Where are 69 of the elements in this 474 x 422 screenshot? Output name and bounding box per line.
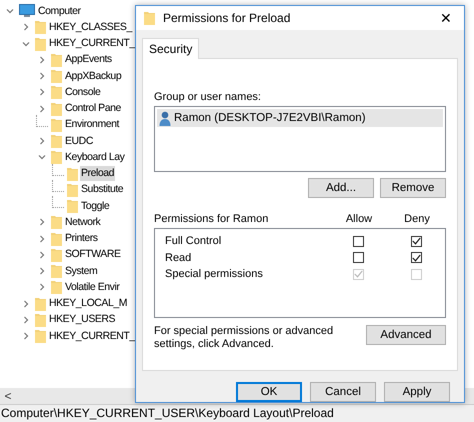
tree-item[interactable]: Toggle [80, 198, 110, 214]
folder-icon [51, 150, 62, 164]
folder-icon [51, 134, 62, 148]
dialog-button[interactable]: Cancel [310, 382, 376, 402]
folder-icon [35, 329, 46, 344]
checkbox[interactable] [352, 252, 364, 264]
computer-icon [19, 4, 35, 18]
folder-icon [51, 215, 62, 230]
tree-item[interactable]: System [64, 264, 98, 279]
advanced-note: For special permissions or advanced settings, click Advanced. [154, 325, 334, 351]
permission-name: Full Control [165, 235, 222, 248]
dialog-button[interactable]: Apply [384, 382, 450, 402]
advanced-button[interactable]: Advanced [366, 325, 446, 345]
window-title: Permissions for Preload [163, 11, 292, 25]
folder-icon [67, 182, 78, 197]
tree-item[interactable]: AppEvents [64, 52, 113, 68]
tree-item[interactable]: Volatile Envir [64, 280, 120, 295]
user-item[interactable]: Ramon (DESKTOP-J7E2VBI\Ramon) [157, 109, 443, 127]
folder-icon [35, 20, 46, 34]
folder-icon [35, 36, 46, 51]
tree-item[interactable]: AppXBackup [64, 68, 122, 84]
folder-icon [51, 69, 62, 84]
checkbox[interactable] [352, 236, 364, 247]
tree-item[interactable]: HKEY_CURRENT_ [48, 36, 136, 52]
tree-item[interactable]: Control Pane [64, 101, 122, 116]
folder-icon [35, 312, 46, 327]
folder-icon [51, 232, 62, 246]
permission-name: Read [165, 252, 192, 264]
permission-name: Special permissions [165, 268, 264, 280]
tree-item[interactable]: Printers [64, 231, 99, 246]
group-label: Group or user names: [154, 91, 262, 103]
tree-item[interactable]: Network [64, 214, 102, 230]
tree-item[interactable]: SOFTWARE [64, 247, 122, 262]
folder-icon [35, 296, 46, 311]
add-button[interactable]: Add... [308, 178, 374, 198]
folder-icon [51, 102, 62, 116]
tree-item[interactable]: HKEY_USERS [48, 312, 116, 328]
tree-item[interactable]: Computer [37, 4, 82, 19]
tree-item[interactable]: Console [64, 84, 102, 100]
tree-item[interactable]: HKEY_LOCAL_M [48, 296, 128, 312]
allow-header: Allow [344, 213, 374, 225]
folder-icon [51, 85, 62, 100]
user-icon [159, 110, 171, 126]
tree-item[interactable]: Keyboard Lay [64, 150, 126, 165]
checkbox[interactable] [410, 252, 422, 264]
tree-item[interactable]: Preload [80, 166, 116, 182]
tree-item[interactable]: HKEY_CURRENT_ [48, 328, 136, 344]
folder-icon [51, 280, 62, 294]
remove-button[interactable]: Remove [380, 178, 446, 198]
tree-item[interactable]: Substitute [80, 182, 124, 198]
dialog-button[interactable]: OK [236, 382, 302, 402]
deny-header: Deny [403, 213, 431, 225]
tab[interactable]: Security [142, 38, 200, 59]
tree-item[interactable]: EUDC [64, 134, 94, 149]
tree-item[interactable]: Environment [64, 117, 120, 132]
scroll-left-button[interactable]: < [0, 389, 16, 403]
status-bar: Computer\HKEY_CURRENT_USER\Keyboard Layout\Preload [0, 404, 474, 422]
permissions-label: Permissions for Ramon [154, 213, 270, 225]
checkmark-icon [354, 270, 362, 278]
folder-icon [51, 118, 62, 132]
folder-icon [51, 248, 62, 262]
folder-icon [67, 166, 78, 181]
folder-icon [67, 199, 78, 214]
folder-icon [51, 264, 62, 278]
tree-item[interactable]: HKEY_CLASSES_ [48, 20, 133, 35]
folder-icon [51, 52, 62, 67]
folder-icon [144, 11, 155, 25]
checkbox[interactable] [410, 236, 422, 247]
close-button[interactable]: ✕ [436, 10, 456, 26]
